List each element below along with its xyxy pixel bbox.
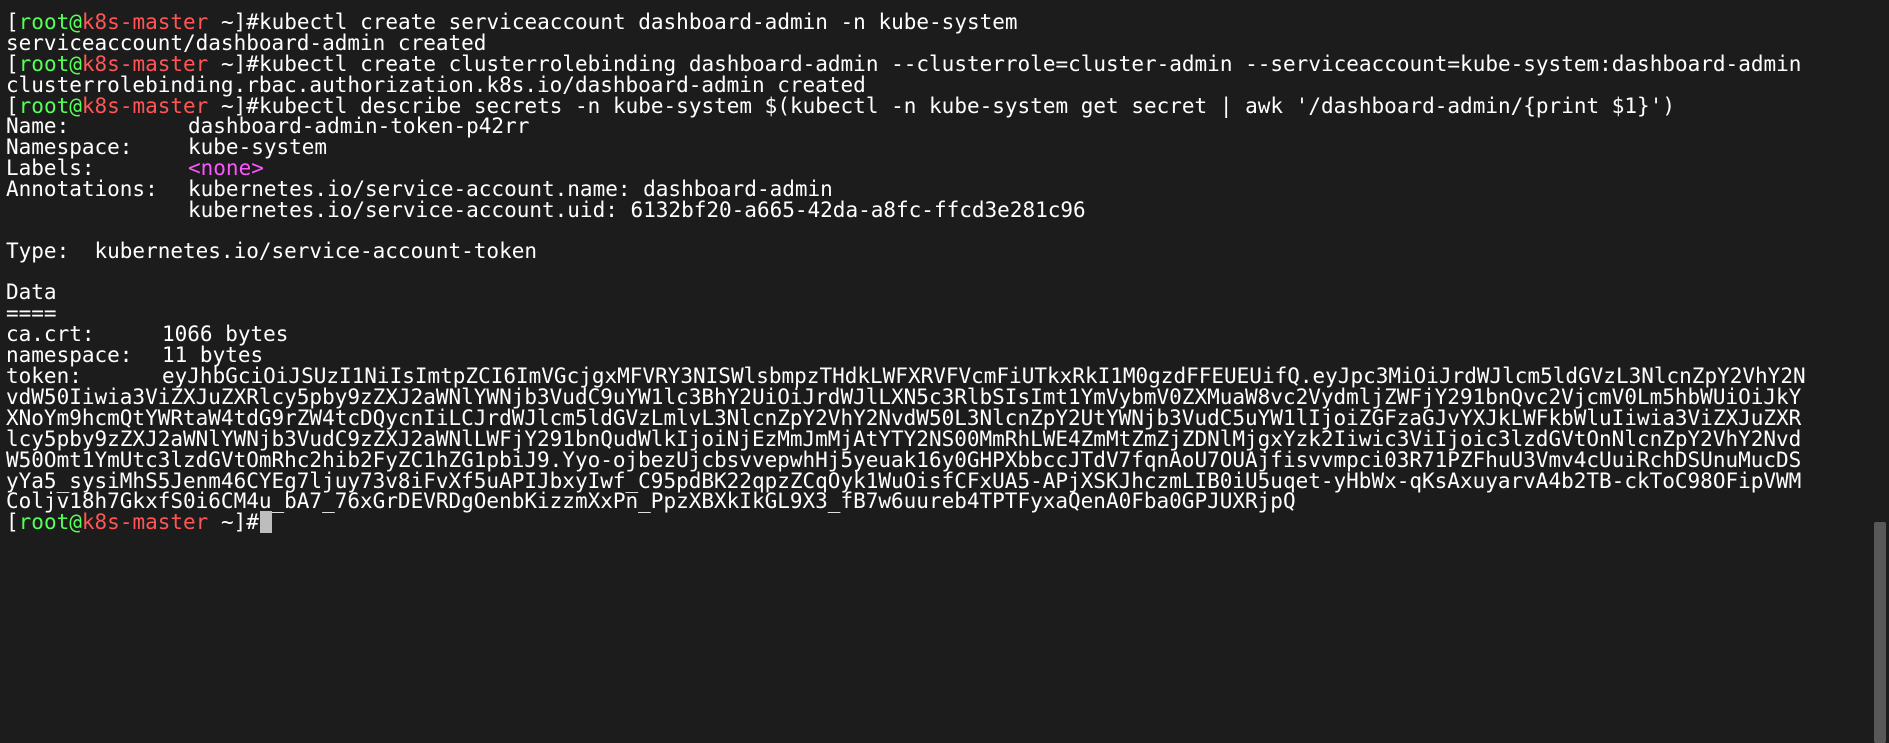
secret-type-line: Type: kubernetes.io/service-account-toke… — [6, 239, 538, 263]
prompt-user: root — [18, 510, 70, 534]
prompt-line[interactable]: [root@k8s-master ~]# — [6, 510, 272, 535]
prompt-path: ~ — [220, 510, 234, 534]
prompt-symbol: # — [246, 510, 259, 534]
terminal-output[interactable]: [root@k8s-master ~]#kubectl create servi… — [0, 0, 1868, 743]
prompt: [root@k8s-master ~]# — [6, 510, 259, 534]
vertical-scrollbar[interactable] — [1868, 0, 1889, 743]
prompt-at: @ — [69, 510, 82, 534]
annotation-item: kubernetes.io/service-account.uid: 6132b… — [188, 198, 1086, 222]
text-cursor — [259, 511, 272, 533]
secret-annotations-label: Annotations: — [6, 177, 158, 201]
scrollbar-thumb[interactable] — [1874, 522, 1886, 743]
prompt-host: k8s-master — [81, 510, 209, 534]
prompt-at: @ — [69, 94, 82, 118]
